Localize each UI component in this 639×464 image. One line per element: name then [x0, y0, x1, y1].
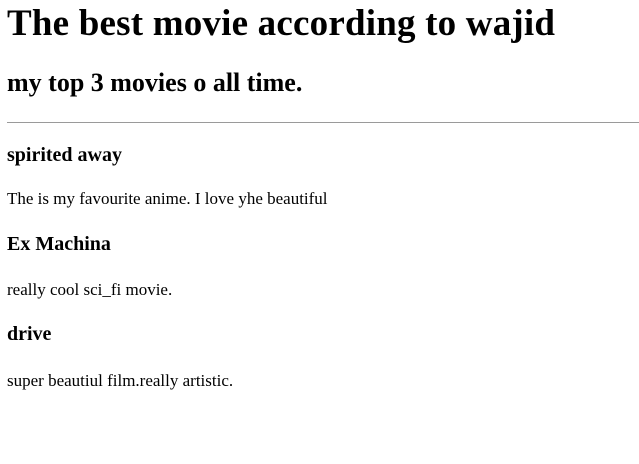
divider [7, 122, 639, 123]
movie-title: spirited away [7, 144, 122, 166]
movie-description: super beautiul film.really artistic. [7, 371, 234, 390]
page-content: The best movie according to wajid my top… [0, 5, 639, 389]
movie-item-ex-machina: Ex Machina really cool sci_fi movie. [7, 234, 639, 298]
movie-title: Ex Machina [7, 233, 111, 255]
movie-item-drive: drive super beautiul film.really artisti… [7, 324, 639, 389]
movie-description: really cool sci_fi movie. [7, 280, 173, 299]
page-title: The best movie according to wajid [7, 3, 556, 44]
movie-title: drive [7, 323, 52, 345]
movie-description: The is my favourite anime. I love yhe be… [7, 189, 328, 208]
page-subtitle: my top 3 movies o all time. [7, 68, 303, 97]
movie-item-spirited-away: spirited away The is my favourite anime.… [7, 145, 639, 207]
